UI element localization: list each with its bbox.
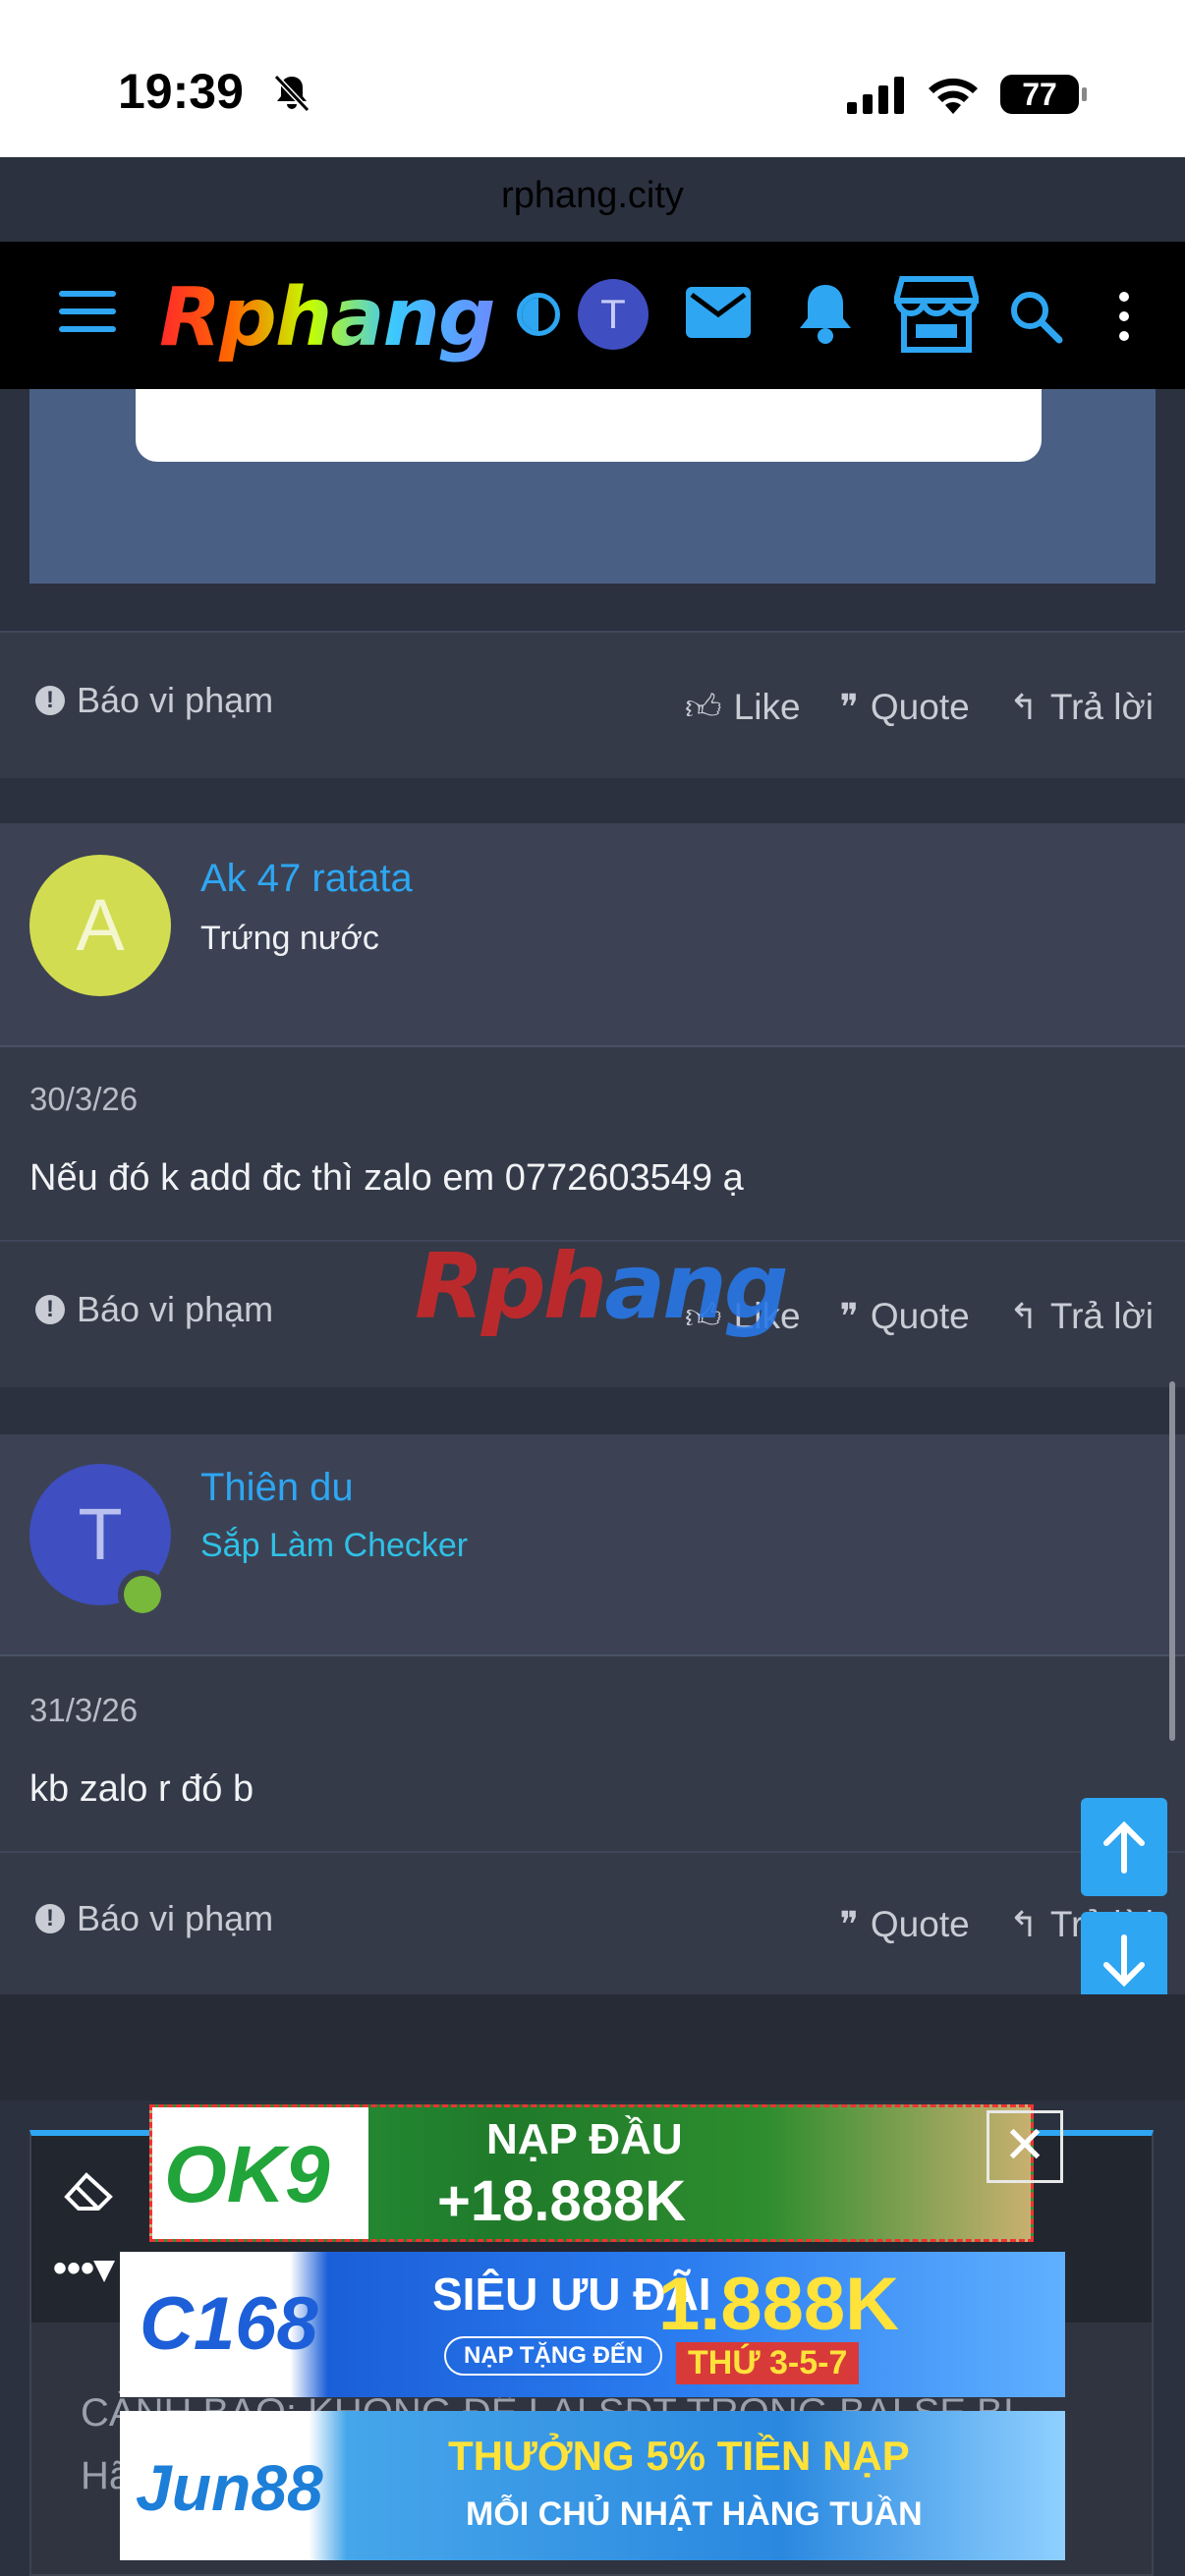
reply-button[interactable]: ↰Trả lời (1009, 1296, 1154, 1337)
ad-tag: NẠP TẶNG ĐẾN (444, 2336, 663, 2376)
browser-url[interactable]: rphang.city (0, 175, 1185, 217)
ad-brand: C168 (140, 2282, 318, 2366)
report-button[interactable]: ! Báo vi phạm (35, 1289, 273, 1330)
ad-headline: THƯỞNG 5% TIỀN NẠP (448, 2433, 910, 2479)
ad-amount: +18.888K (437, 2169, 687, 2233)
close-ad-button[interactable]: ✕ (987, 2110, 1063, 2183)
post-message: Nếu đó k add đc thì zalo em 0772603549 ạ (29, 1157, 744, 1199)
status-bar: 19:39 77 (0, 0, 1185, 157)
ad-banner-ok9[interactable]: OK9 NẠP ĐẦU +18.888K (149, 2104, 1034, 2242)
hamburger-menu-icon[interactable] (59, 291, 116, 336)
report-button[interactable]: ! Báo vi phạm (35, 680, 273, 721)
user-title: Sắp Làm Checker (200, 1527, 469, 1564)
ad-days: THỨ 3-5-7 (676, 2342, 860, 2384)
reply-icon: ↰ (1008, 687, 1039, 727)
post-separator (0, 1387, 1185, 1434)
post-message: kb zalo r đó b (29, 1768, 254, 1810)
theme-toggle-icon[interactable] (517, 293, 560, 336)
username-link[interactable]: Ak 47 ratata (200, 857, 413, 901)
quote-button[interactable]: ❞ Quote (840, 1904, 970, 1945)
status-time: 19:39 (118, 64, 244, 119)
cellular-signal-icon (847, 77, 904, 114)
content-divider (0, 1994, 1185, 2100)
more-options-icon[interactable] (1116, 291, 1132, 342)
notification-bell-icon[interactable] (796, 279, 855, 348)
embedded-content-panel (29, 389, 1156, 584)
scroll-to-top-button[interactable] (1081, 1798, 1167, 1896)
username-link[interactable]: Thiên du (200, 1466, 354, 1510)
post-separator (0, 778, 1185, 823)
post-user-header: T Thiên du Sắp Làm Checker (0, 1434, 1185, 1656)
post-actions: 👍︎ Like ❞ Quote ↰ Trả lời (646, 686, 1154, 729)
post-body: 30/3/26 Nếu đó k add đc thì zalo em 0772… (0, 1047, 1185, 1240)
ad-brand: OK9 (164, 2130, 330, 2219)
eraser-icon[interactable] (63, 2169, 114, 2212)
post-footer-1: ! Báo vi phạm 👍︎ Like ❞ Quote ↰ Trả lời (0, 631, 1185, 778)
mail-icon[interactable] (686, 287, 751, 338)
user-avatar[interactable]: A (29, 855, 171, 996)
alert-icon: ! (35, 1904, 65, 1933)
ad-banner-jun88[interactable]: Jun88 THƯỞNG 5% TIỀN NẠP MỖI CHỦ NHẬT HÀ… (120, 2411, 1065, 2560)
wifi-icon (929, 78, 978, 114)
post-user-header: A Ak 47 ratata Trứng nước (0, 823, 1185, 1047)
reply-button[interactable]: ↰Trả lời (1009, 687, 1154, 728)
reply-icon: ↰ (1008, 1296, 1039, 1336)
post-date[interactable]: 30/3/26 (29, 1081, 138, 1118)
report-button[interactable]: ! Báo vi phạm (35, 1898, 273, 1939)
site-watermark-logo: Rphang (415, 1234, 789, 1339)
account-avatar[interactable]: T (578, 279, 649, 350)
ad-subline: MỖI CHỦ NHẬT HÀNG TUẦN (466, 2495, 923, 2533)
site-header: Rphang T (0, 242, 1185, 389)
reply-icon: ↰ (1008, 1904, 1039, 1944)
quote-icon: ❞ (839, 1904, 859, 1944)
ad-amount: 1.888K (658, 2263, 900, 2346)
quote-button[interactable]: ❞ Quote (840, 1296, 970, 1337)
arrow-up-icon (1103, 1820, 1145, 1874)
ad-headline: NẠP ĐẦU (486, 2115, 683, 2163)
ad-banner-c168[interactable]: C168 SIÊU ƯU ĐÃI NẠP TẶNG ĐẾN 1.888K THỨ… (120, 2252, 1065, 2397)
page-scrollbar[interactable] (1169, 1381, 1175, 1741)
online-status-icon (118, 1570, 167, 1619)
more-tools-icon[interactable]: •••▾ (53, 2246, 114, 2291)
post-body: 31/3/26 kb zalo r đó b (0, 1656, 1185, 1851)
post-date[interactable]: 31/3/26 (29, 1692, 138, 1729)
user-title: Trứng nước (200, 920, 379, 957)
search-icon[interactable] (1008, 289, 1063, 344)
alert-icon: ! (35, 1295, 65, 1324)
site-logo[interactable]: Rphang (159, 271, 496, 364)
quote-button[interactable]: ❞ Quote (840, 687, 970, 728)
bell-off-icon (273, 74, 310, 113)
ad-brand: Jun88 (136, 2451, 323, 2524)
quote-icon: ❞ (839, 1296, 859, 1336)
battery-indicator: 77 (1000, 75, 1087, 114)
post-footer-3: ! Báo vi phạm ❞Quote ↰Trả lời (0, 1851, 1185, 1994)
thumbs-up-icon: 👍︎ (685, 687, 722, 727)
embedded-content-card (136, 389, 1042, 462)
like-button[interactable]: 👍︎ Like (685, 686, 801, 729)
alert-icon: ! (35, 686, 65, 715)
store-icon[interactable] (894, 275, 979, 354)
quote-icon: ❞ (839, 687, 859, 727)
